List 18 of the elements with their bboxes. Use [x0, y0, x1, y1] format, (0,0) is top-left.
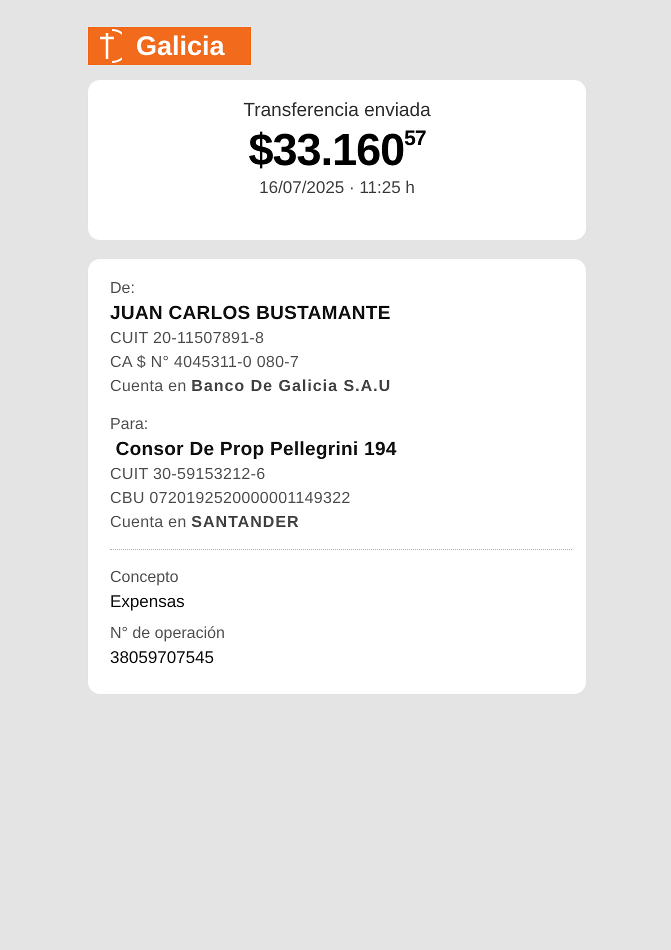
transfer-title: Transferencia enviada — [243, 100, 431, 122]
party-name: Consor De Prop Pellegrini 194 — [114, 438, 398, 462]
amount-text: $33.160$^{57}$ — [248, 124, 426, 176]
party-label: Para: — [110, 415, 150, 435]
account-info: CA $ N° 4045311-0 080-7 — [110, 353, 300, 373]
account-info: CUIT 20-11507891-8 — [110, 329, 266, 349]
detail-value: 38059707545 — [110, 647, 216, 669]
bank-name: Galicia — [136, 30, 225, 62]
account-info: Cuenta en Banco De Galicia S.A.U — [110, 377, 392, 397]
party-name: JUAN CARLOS BUSTAMANTE — [110, 302, 392, 326]
detail-label: N° de operación — [110, 624, 226, 644]
account-info: CUIT 30-59153212-6 — [110, 465, 266, 485]
detail-value: Expensas — [110, 591, 186, 613]
party-label: De: — [110, 279, 136, 299]
account-info: CBU 0720192520000001149322 — [110, 489, 352, 509]
date-time: 16/07/2025 · 11:25 h — [259, 178, 415, 198]
account-info: Cuenta en SANTANDER — [110, 513, 301, 533]
detail-label: Concepto — [110, 568, 180, 588]
